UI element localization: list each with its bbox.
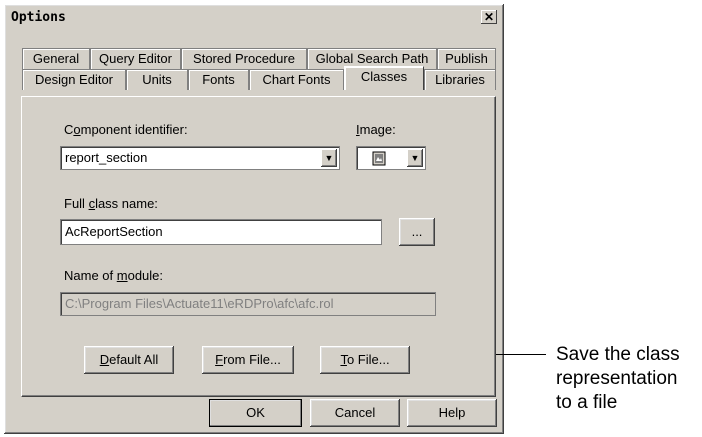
image-select[interactable]: ▼ (356, 146, 426, 170)
image-label: Image: (356, 122, 396, 137)
cancel-button[interactable]: Cancel (310, 399, 400, 427)
options-dialog: Options ✕ General Query Editor Stored Pr… (4, 4, 504, 434)
component-identifier-select[interactable]: report_section ▼ (60, 146, 340, 170)
callout-line-3: to a file (556, 392, 618, 413)
callout-line-1: Save the class (556, 344, 680, 365)
tab-design-editor[interactable]: Design Editor (22, 69, 126, 90)
tab-publish[interactable]: Publish (437, 48, 496, 69)
tab-units[interactable]: Units (126, 69, 188, 90)
tab-query-editor[interactable]: Query Editor (90, 48, 181, 69)
component-identifier-label: Component identifier: (64, 122, 188, 137)
module-name-field: C:\Program Files\Actuate11\eRDPro\afc\af… (60, 292, 436, 316)
component-image-icon (372, 151, 386, 166)
callout-text: Save the class representation to a file (556, 343, 680, 415)
window-title: Options (11, 10, 66, 25)
ok-button[interactable]: OK (209, 399, 302, 427)
chevron-down-icon[interactable]: ▼ (321, 149, 337, 167)
tab-stored-procedure[interactable]: Stored Procedure (181, 48, 307, 69)
default-all-button[interactable]: Default All (84, 346, 174, 374)
close-icon: ✕ (483, 10, 495, 24)
to-file-button[interactable]: To File... (320, 346, 410, 374)
tab-libraries[interactable]: Libraries (424, 69, 496, 90)
title-bar[interactable]: Options ✕ (7, 7, 501, 29)
tab-fonts[interactable]: Fonts (188, 69, 249, 90)
full-class-name-field[interactable]: AcReportSection (60, 219, 382, 245)
full-class-name-label: Full class name: (64, 196, 158, 211)
classes-panel: Component identifier: report_section ▼ I… (21, 96, 496, 397)
callout-line-2: representation (556, 368, 678, 389)
chevron-down-icon[interactable]: ▼ (407, 149, 423, 167)
component-identifier-value: report_section (65, 150, 148, 165)
tab-classes[interactable]: Classes (344, 66, 424, 90)
help-button[interactable]: Help (407, 399, 497, 427)
tab-chart-fonts[interactable]: Chart Fonts (249, 69, 344, 90)
module-name-label: Name of module: (64, 268, 164, 283)
close-button[interactable]: ✕ (481, 10, 497, 24)
tab-general[interactable]: General (22, 48, 90, 69)
from-file-button[interactable]: From File... (202, 346, 294, 374)
browse-button[interactable]: ... (399, 218, 435, 246)
